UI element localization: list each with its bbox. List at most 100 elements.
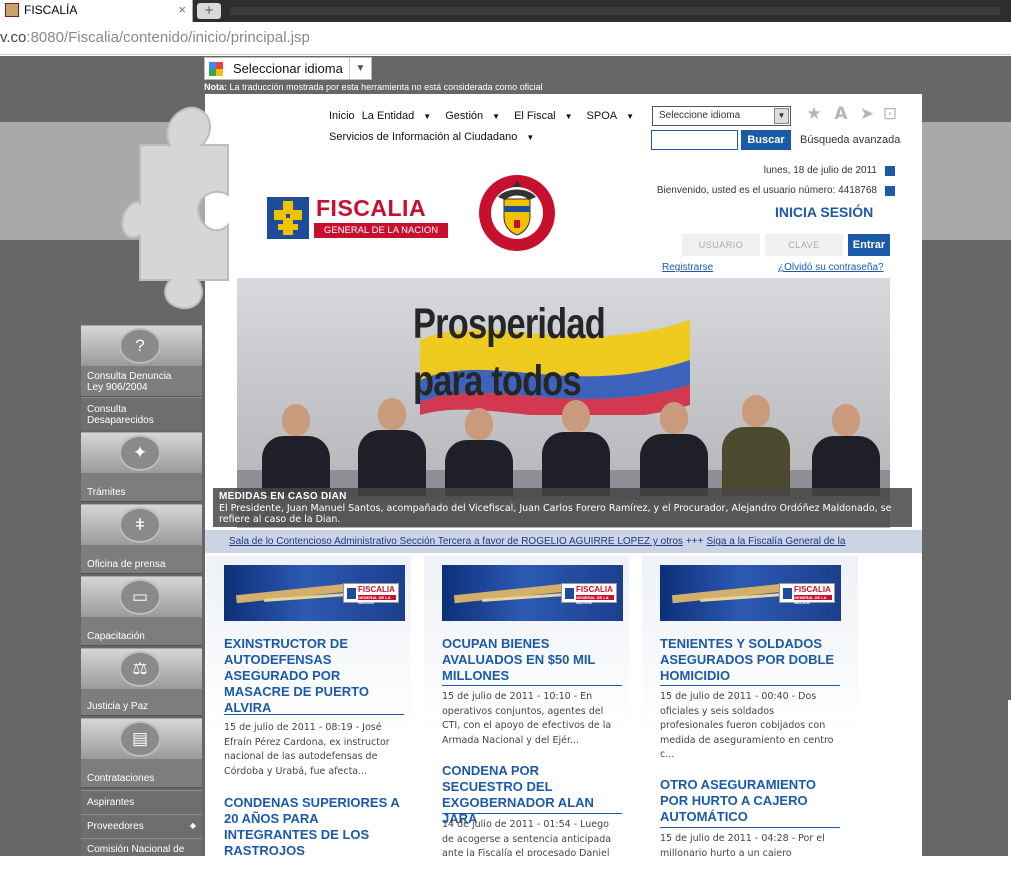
- favorite-star-icon[interactable]: ★: [804, 104, 824, 124]
- sidebar-item-proveedores[interactable]: Proveedores ◆: [81, 814, 202, 838]
- sidebar-item-contrataciones[interactable]: ▤ Contrataciones: [81, 718, 202, 788]
- sidebar-label-line: Desaparecidos: [87, 415, 154, 426]
- note-text: La traducción mostrada por esta herramie…: [227, 82, 543, 92]
- language-selector[interactable]: Seleccionar idioma ▼: [204, 57, 372, 80]
- news-title[interactable]: OTRO ASEGURAMIENTO POR HURTO A CAJERO AU…: [660, 777, 840, 825]
- sidebar-item-justicia-paz[interactable]: ⚖ Justicia y Paz: [81, 648, 202, 716]
- translation-note: Nota: La traducción mostrada por esta he…: [204, 82, 543, 92]
- username-field[interactable]: USUARIO: [682, 234, 760, 256]
- sidebar-item-consulta-desaparecidos[interactable]: Consulta Desaparecidos: [81, 397, 202, 430]
- mini-logo-emblem: [783, 588, 792, 599]
- password-field[interactable]: CLAVE: [765, 234, 843, 256]
- mini-logo-sub: GENERAL DE LA NACION: [794, 595, 832, 605]
- nav-la-entidad[interactable]: La Entidad ▼: [362, 110, 439, 122]
- favicon-icon: [5, 3, 19, 17]
- fiscalia-mini-logo: FISCALIA GENERAL DE LA NACION: [561, 583, 617, 605]
- chat-bubble-icon: ▭: [119, 579, 161, 615]
- nav-gestion[interactable]: Gestión ▼: [445, 110, 507, 122]
- mini-logo-text: FISCALIA: [794, 585, 831, 594]
- sidebar-item-consulta-denuncia[interactable]: ? Consulta Denuncia Ley 906/2004: [81, 325, 202, 397]
- hero-slogan-line2: para todos: [413, 357, 582, 405]
- forgot-password-link[interactable]: ¿Olvidó su contraseña?: [778, 262, 884, 273]
- search-button[interactable]: Buscar: [741, 130, 791, 150]
- sidebar-item-label: Justicia y Paz: [87, 701, 149, 712]
- language-selector-label: Seleccionar idioma: [233, 61, 343, 76]
- nav-spoa-label: SPOA: [586, 110, 618, 122]
- news-summary: 15 de julio de 2011 - 00:40 - Dos oficia…: [660, 691, 834, 760]
- news-title[interactable]: TENIENTES Y SOLDADOS ASEGURADOS POR DOBL…: [660, 636, 840, 684]
- news-summary: 14 de julio de 2011 - 01:54 - Luego de a…: [442, 819, 612, 859]
- hero-caption-text: El Presidente, Juan Manuel Santos, acomp…: [219, 502, 892, 526]
- url-path: :8080/Fiscalia/contenido/inicio/principa…: [26, 29, 310, 46]
- nav-el-fiscal-label: El Fiscal: [514, 110, 556, 122]
- nav-servicios-label: Servicios de Información al Ciudadano: [329, 131, 518, 143]
- site-language-select[interactable]: Seleccione idioma ▼: [652, 106, 791, 126]
- nav-inicio[interactable]: Inicio: [329, 110, 355, 122]
- news-ticker[interactable]: Sala de lo Contencioso Administrativo Se…: [205, 530, 922, 553]
- sidebar-item-label: Contrataciones: [87, 773, 155, 784]
- note-label: Nota:: [204, 82, 227, 92]
- sidebar-item-capacitacion[interactable]: ▭ Capacitación: [81, 576, 202, 646]
- google-translate-icon: [209, 62, 223, 76]
- browser-tab[interactable]: FISCALÍA ×: [0, 0, 193, 22]
- sidebar-label-line: Consulta Denuncia: [87, 371, 172, 382]
- current-date: lunes, 18 de julio de 2011: [763, 165, 877, 176]
- person-head: [378, 398, 406, 430]
- news-thumbnail[interactable]: FISCALIA GENERAL DE LA NACION: [660, 565, 841, 621]
- news-thumbnail[interactable]: FISCALIA GENERAL DE LA NACION: [442, 565, 623, 621]
- listen-speaker-icon[interactable]: ➤: [857, 104, 877, 124]
- rss-feed-icon[interactable]: ⊡: [880, 104, 900, 124]
- caret-down-icon: ▼: [564, 112, 573, 121]
- sidebar-item-aspirantes[interactable]: Aspirantes: [81, 790, 202, 814]
- address-bar[interactable]: v.co:8080/Fiscalia/contenido/inicio/prin…: [0, 22, 1011, 55]
- text-size-icon[interactable]: A: [831, 104, 851, 124]
- sidebar-item-oficina-prensa[interactable]: ǂ Oficina de prensa: [81, 504, 202, 574]
- logo-cross-icon: [274, 201, 302, 235]
- new-tab-button[interactable]: +: [197, 3, 221, 19]
- logo-wordmark[interactable]: FISCALIA: [316, 195, 426, 222]
- visitor-counter: Bienvenido, usted es el usuario número: …: [656, 185, 877, 196]
- cursor-click-icon: ✦: [119, 435, 161, 471]
- news-title[interactable]: EXINSTRUCTOR DE AUTODEFENSAS ASEGURADO P…: [224, 636, 404, 716]
- ticker-separator: +++: [685, 536, 704, 547]
- register-link[interactable]: Registrarse: [662, 262, 713, 273]
- sidebar-item-tramites[interactable]: ✦ Trámites: [81, 432, 202, 502]
- news-title[interactable]: CONDENAS SUPERIORES A 20 AÑOS PARA INTEG…: [224, 795, 404, 859]
- sidebar-label-line: Consulta: [87, 404, 127, 415]
- nav-spoa[interactable]: SPOA ▼: [587, 110, 642, 122]
- ticker-item[interactable]: Siga a la Fiscalía General de la: [706, 536, 845, 547]
- mini-logo-emblem: [347, 588, 356, 599]
- sidebar-label-line: Ley 906/2004: [87, 382, 148, 393]
- chevron-down-icon[interactable]: ▼: [774, 108, 789, 124]
- browser-window: FISCALÍA × + v.co:8080/Fiscalia/contenid…: [0, 0, 1011, 895]
- nav-servicios[interactable]: Servicios de Información al Ciudadano ▼: [329, 131, 541, 143]
- expand-arrow-icon: ◆: [189, 821, 196, 830]
- advanced-search-link[interactable]: Búsqueda avanzada: [800, 134, 900, 146]
- close-tab-icon[interactable]: ×: [178, 0, 186, 20]
- person-body: [358, 430, 426, 496]
- ticker-item[interactable]: Sala de lo Contencioso Administrativo Se…: [229, 536, 683, 547]
- login-button[interactable]: Entrar: [848, 234, 890, 256]
- hero-slogan-line1: Prosperidad: [413, 300, 606, 348]
- sidebar-item-comision[interactable]: Comisión Nacional de: [81, 838, 202, 856]
- tab-strip-filler: [230, 7, 1000, 15]
- chevron-down-icon[interactable]: ▼: [349, 58, 371, 79]
- url-text[interactable]: v.co:8080/Fiscalia/contenido/inicio/prin…: [0, 29, 310, 46]
- news-title[interactable]: OCUPAN BIENES AVALUADOS EN $50 MIL MILLO…: [442, 636, 622, 684]
- search-input[interactable]: [651, 130, 738, 150]
- nav-el-fiscal[interactable]: El Fiscal ▼: [514, 110, 579, 122]
- id-card-icon: ▤: [119, 721, 161, 757]
- caret-down-icon: ▼: [492, 112, 501, 121]
- sidebar-item-label: Capacitación: [87, 631, 145, 642]
- person-body: [812, 436, 880, 496]
- news-thumbnail[interactable]: FISCALIA GENERAL DE LA NACION: [224, 565, 405, 621]
- hero-caption[interactable]: MEDIDAS EN CASO DIAN El Presidente, Juan…: [213, 488, 912, 527]
- person-head: [465, 408, 493, 440]
- person-head: [562, 400, 590, 432]
- person-head: [660, 402, 688, 434]
- caret-down-icon: ▼: [423, 112, 432, 121]
- news-summary: 15 de julio de 2011 - 08:19 - José Efraí…: [224, 722, 390, 777]
- mini-logo-text: FISCALIA: [358, 585, 395, 594]
- mini-logo-emblem: [565, 588, 574, 599]
- tab-bar: FISCALÍA × +: [0, 0, 1011, 22]
